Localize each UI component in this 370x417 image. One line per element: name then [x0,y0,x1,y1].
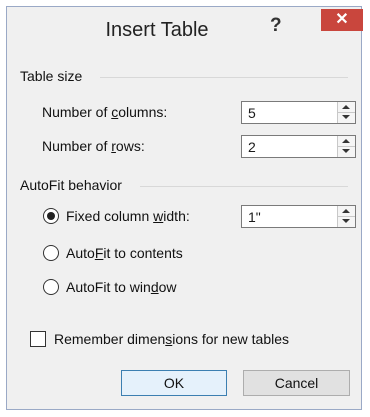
rows-label: Number of rows: [42,138,145,154]
autofit-heading: AutoFit behavior [20,177,122,193]
rows-up-button[interactable] [338,136,355,147]
fixed-width-label[interactable]: Fixed column width: [66,208,190,224]
fixed-width-spin-buttons [337,206,355,227]
rows-input[interactable]: 2 [248,139,256,155]
arrow-up-icon [342,139,350,143]
arrow-down-icon [342,115,350,119]
help-icon[interactable]: ? [270,15,282,37]
ok-button[interactable]: OK [121,370,227,396]
fixed-width-radio[interactable] [43,208,59,224]
autofit-divider [140,186,348,187]
rows-spinner[interactable]: 2 [241,135,356,158]
insert-table-dialog: Insert Table ? ✕ Table size Number of co… [6,6,363,410]
columns-down-button[interactable] [338,113,355,123]
close-button[interactable]: ✕ [321,9,363,31]
autofit-window-radio[interactable] [43,279,59,295]
fixed-width-input[interactable]: 1" [248,209,261,225]
dialog-title: Insert Table [105,19,209,41]
radio-selected-dot [47,212,55,220]
fixed-width-up-button[interactable] [338,206,355,217]
remember-dimensions-label[interactable]: Remember dimensions for new tables [54,331,289,347]
rows-down-button[interactable] [338,147,355,157]
cancel-button[interactable]: Cancel [243,370,350,396]
arrow-down-icon [342,219,350,223]
columns-spin-buttons [337,102,355,123]
autofit-contents-label[interactable]: AutoFit to contents [66,245,183,261]
autofit-window-label[interactable]: AutoFit to window [66,279,177,295]
close-icon: ✕ [335,11,349,28]
columns-spinner[interactable]: 5 [241,101,356,124]
autofit-contents-radio[interactable] [43,245,59,261]
rows-spin-buttons [337,136,355,157]
fixed-width-spinner[interactable]: 1" [241,205,356,228]
table-size-heading: Table size [20,68,83,84]
fixed-width-down-button[interactable] [338,217,355,227]
arrow-up-icon [342,209,350,213]
arrow-down-icon [342,149,350,153]
columns-label: Number of columns: [42,104,168,120]
arrow-up-icon [342,105,350,109]
title-bar: Insert Table ? ✕ [7,7,363,55]
columns-up-button[interactable] [338,102,355,113]
remember-dimensions-checkbox[interactable] [30,331,46,347]
table-size-divider [100,77,348,78]
columns-input[interactable]: 5 [248,105,256,121]
